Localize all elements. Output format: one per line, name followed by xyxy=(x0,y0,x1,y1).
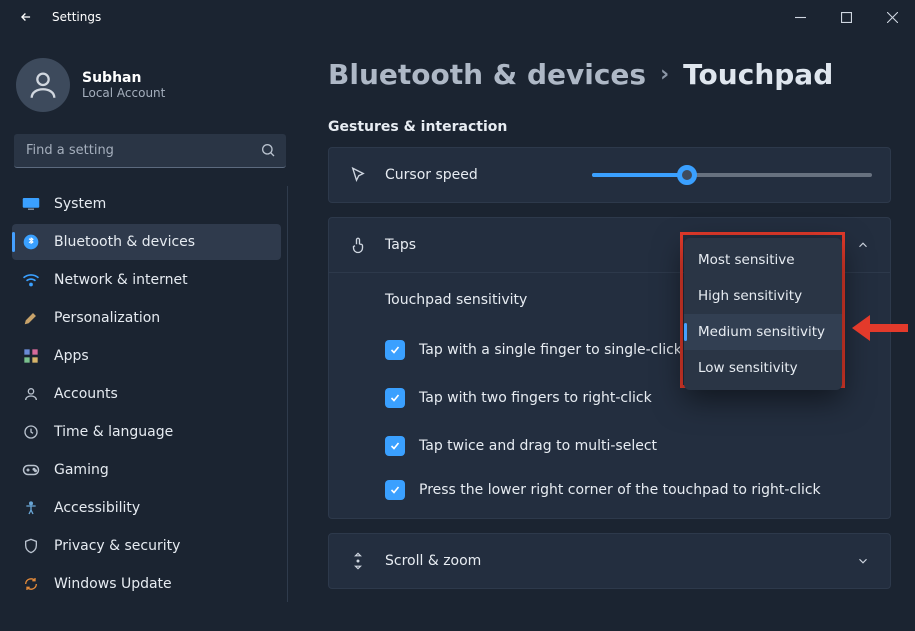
search-icon xyxy=(260,142,276,158)
back-button[interactable] xyxy=(16,7,36,27)
row-label: Touchpad sensitivity xyxy=(385,292,527,308)
tap-icon xyxy=(347,236,369,254)
breadcrumb-parent[interactable]: Bluetooth & devices xyxy=(328,58,646,91)
chevron-down-icon xyxy=(854,552,872,570)
nav-list: System Bluetooth & devices Network & int… xyxy=(12,186,288,602)
sidebar-item-personalization[interactable]: Personalization xyxy=(12,300,281,336)
scroll-icon xyxy=(347,552,369,570)
window-title: Settings xyxy=(52,10,101,24)
cursor-icon xyxy=(347,166,369,184)
cursor-speed-card: Cursor speed xyxy=(328,147,891,203)
apps-icon xyxy=(22,347,40,365)
sidebar-item-label: Apps xyxy=(54,348,89,364)
option-label: Tap with two fingers to right-click xyxy=(419,390,652,406)
update-icon xyxy=(22,575,40,593)
option-label: Tap with a single finger to single-click xyxy=(419,342,682,358)
checkbox-checked-icon[interactable] xyxy=(385,436,405,456)
monitor-icon xyxy=(22,195,40,213)
shield-icon xyxy=(22,537,40,555)
wifi-icon xyxy=(22,271,40,289)
row-label: Cursor speed xyxy=(385,167,478,183)
sidebar-item-system[interactable]: System xyxy=(12,186,281,222)
sidebar-item-accounts[interactable]: Accounts xyxy=(12,376,281,412)
accessibility-icon xyxy=(22,499,40,517)
cursor-speed-slider[interactable] xyxy=(592,173,872,177)
search-input[interactable] xyxy=(14,134,286,168)
bluetooth-icon xyxy=(22,233,40,251)
scroll-zoom-row[interactable]: Scroll & zoom xyxy=(329,534,890,588)
profile-block[interactable]: Subhan Local Account xyxy=(12,52,288,134)
profile-name: Subhan xyxy=(82,70,165,86)
sidebar-item-label: Bluetooth & devices xyxy=(54,234,195,250)
tap-option-row[interactable]: Press the lower right corner of the touc… xyxy=(329,470,890,518)
sidebar-item-label: Accounts xyxy=(54,386,118,402)
sidebar-item-network[interactable]: Network & internet xyxy=(12,262,281,298)
dropdown-option[interactable]: High sensitivity xyxy=(684,278,842,314)
sidebar-item-label: Time & language xyxy=(54,424,173,440)
brush-icon xyxy=(22,309,40,327)
section-heading: Gestures & interaction xyxy=(328,119,891,135)
tap-option-row[interactable]: Tap twice and drag to multi-select xyxy=(329,422,890,470)
checkbox-checked-icon[interactable] xyxy=(385,340,405,360)
gaming-icon xyxy=(22,461,40,479)
checkbox-checked-icon[interactable] xyxy=(385,388,405,408)
sidebar-item-apps[interactable]: Apps xyxy=(12,338,281,374)
checkbox-checked-icon[interactable] xyxy=(385,480,405,500)
sidebar-item-privacy[interactable]: Privacy & security xyxy=(12,528,281,564)
row-label: Taps xyxy=(385,237,416,253)
cursor-speed-row: Cursor speed xyxy=(329,148,890,202)
row-label: Scroll & zoom xyxy=(385,553,481,569)
slider-thumb[interactable] xyxy=(677,165,697,185)
sidebar-item-label: Privacy & security xyxy=(54,538,180,554)
dropdown-option[interactable]: Most sensitive xyxy=(684,242,842,278)
sidebar-item-update[interactable]: Windows Update xyxy=(12,566,281,602)
titlebar: Settings xyxy=(0,0,915,34)
sidebar-item-gaming[interactable]: Gaming xyxy=(12,452,281,488)
sidebar-item-time[interactable]: Time & language xyxy=(12,414,281,450)
scroll-zoom-card: Scroll & zoom xyxy=(328,533,891,589)
option-label: Press the lower right corner of the touc… xyxy=(419,482,821,498)
sidebar-item-label: Network & internet xyxy=(54,272,188,288)
avatar xyxy=(16,58,70,112)
option-label: Tap twice and drag to multi-select xyxy=(419,438,657,454)
sidebar-item-label: Gaming xyxy=(54,462,109,478)
sidebar-item-accessibility[interactable]: Accessibility xyxy=(12,490,281,526)
sensitivity-dropdown[interactable]: Most sensitive High sensitivity Medium s… xyxy=(684,238,842,390)
page-title: Touchpad xyxy=(683,58,833,91)
sidebar: Subhan Local Account System Bluetooth & … xyxy=(0,34,300,631)
search-box[interactable] xyxy=(14,134,286,168)
sidebar-item-label: Accessibility xyxy=(54,500,140,516)
minimize-button[interactable] xyxy=(777,0,823,34)
sidebar-item-label: Personalization xyxy=(54,310,160,326)
breadcrumb: Bluetooth & devices › Touchpad xyxy=(328,58,891,91)
sidebar-item-label: Windows Update xyxy=(54,576,172,592)
profile-sub: Local Account xyxy=(82,86,165,100)
chevron-right-icon: › xyxy=(660,62,669,87)
clock-icon xyxy=(22,423,40,441)
sidebar-item-bluetooth[interactable]: Bluetooth & devices xyxy=(12,224,281,260)
chevron-up-icon xyxy=(854,236,872,254)
close-button[interactable] xyxy=(869,0,915,34)
dropdown-option-selected[interactable]: Medium sensitivity xyxy=(684,314,842,350)
dropdown-option[interactable]: Low sensitivity xyxy=(684,350,842,386)
sidebar-item-label: System xyxy=(54,196,106,212)
person-icon xyxy=(22,385,40,403)
maximize-button[interactable] xyxy=(823,0,869,34)
